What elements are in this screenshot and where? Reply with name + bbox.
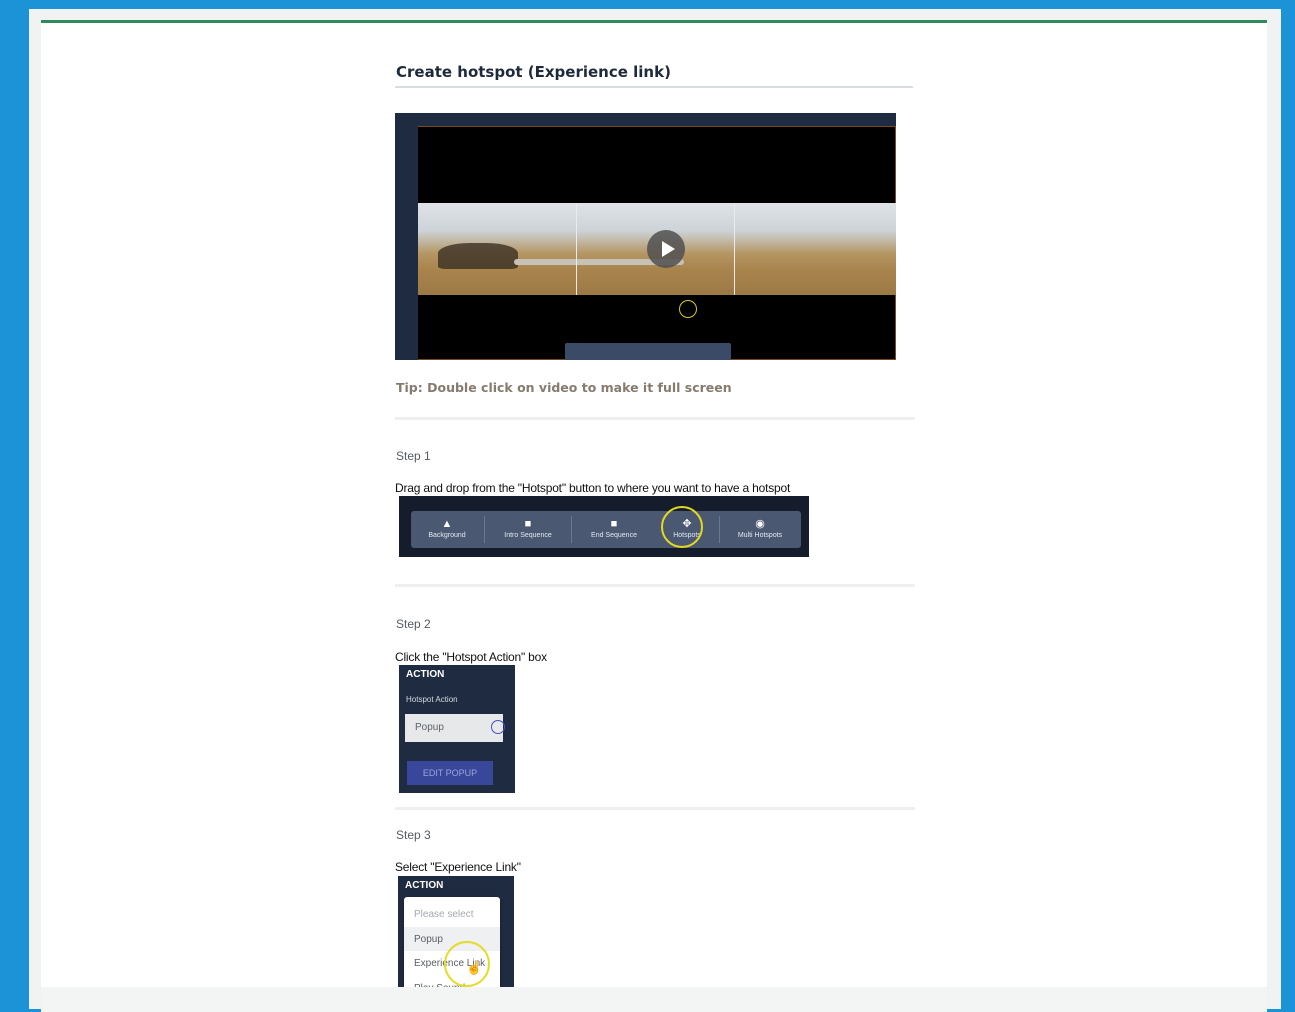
step-1-label: Step 1 xyxy=(396,449,431,463)
editor-toolbar xyxy=(565,343,731,360)
toolbar-label: Intro Sequence xyxy=(504,532,552,539)
save-button xyxy=(851,115,875,123)
target-icon: ◉ xyxy=(755,518,765,530)
chat-icon: ■ xyxy=(524,518,532,530)
panel-title: ACTION xyxy=(406,669,445,680)
toolbar-label: Multi Hotspots xyxy=(737,532,783,539)
title-divider xyxy=(395,86,913,88)
edit-popup-button: EDIT POPUP xyxy=(407,761,493,785)
toolbar-bar: ▲ Background ■ Intro Sequence ■ End Sequ… xyxy=(411,511,801,548)
action-panel-screenshot: ACTION Hotspot Action Popup EDIT POPUP xyxy=(399,665,515,793)
toolbar-item-end-sequence: ■ End Sequence xyxy=(572,511,656,548)
toolbar-item-intro-sequence: ■ Intro Sequence xyxy=(485,511,571,548)
settings-icon xyxy=(619,115,629,124)
page-title: Create hotspot (Experience link) xyxy=(396,63,671,81)
editor-select xyxy=(640,115,670,124)
editor-brand: Discovery Editor xyxy=(403,116,433,121)
hotspot-action-select: Popup xyxy=(405,714,505,742)
step-3-instruction: Select "Experience Link" xyxy=(395,860,521,874)
frame-seam xyxy=(576,203,577,295)
article-page: Create hotspot (Experience link) Discove… xyxy=(41,20,1267,1012)
frame-seam xyxy=(734,203,735,295)
close-icon: × xyxy=(881,114,886,121)
step-1-instruction: Drag and drop from the "Hotspot" button … xyxy=(395,481,791,495)
page-footer xyxy=(41,987,1267,1012)
mountain-icon: ▲ xyxy=(441,518,453,530)
editor-topbar: Discovery Editor × xyxy=(395,113,896,126)
panel-title: ACTION xyxy=(405,880,444,891)
play-icon[interactable] xyxy=(647,230,685,268)
hotspot-marker xyxy=(679,300,697,318)
toolbar-item-multi-hotspots: ◉ Multi Hotspots xyxy=(720,511,800,548)
chat-icon: ■ xyxy=(610,518,618,530)
sidebar-icon xyxy=(401,133,406,138)
hotspot-toolbar-screenshot: ▲ Background ■ Intro Sequence ■ End Sequ… xyxy=(399,496,809,557)
video-player[interactable]: Discovery Editor × xyxy=(395,113,896,360)
step-2-instruction: Click the "Hotspot Action" box xyxy=(395,650,547,664)
section-divider xyxy=(395,584,915,587)
section-divider xyxy=(395,417,915,420)
step-2-label: Step 2 xyxy=(396,617,431,631)
click-indicator xyxy=(491,720,505,734)
elephant-herd xyxy=(438,243,518,269)
menu-option: Please select xyxy=(414,909,474,920)
hotspot-action-label: Hotspot Action xyxy=(406,695,458,704)
tip-text: Tip: Double click on video to make it fu… xyxy=(396,380,732,395)
step-3-label: Step 3 xyxy=(396,828,431,842)
toolbar-label: End Sequence xyxy=(591,532,637,539)
selected-value: Popup xyxy=(415,722,444,733)
toolbar-label: Background xyxy=(428,532,466,539)
toolbar-item-background: ▲ Background xyxy=(411,511,483,548)
menu-option: Popup xyxy=(414,934,443,945)
highlight-ring xyxy=(661,506,703,548)
hand-cursor-icon: ☝ xyxy=(466,960,483,975)
section-divider xyxy=(395,807,915,810)
